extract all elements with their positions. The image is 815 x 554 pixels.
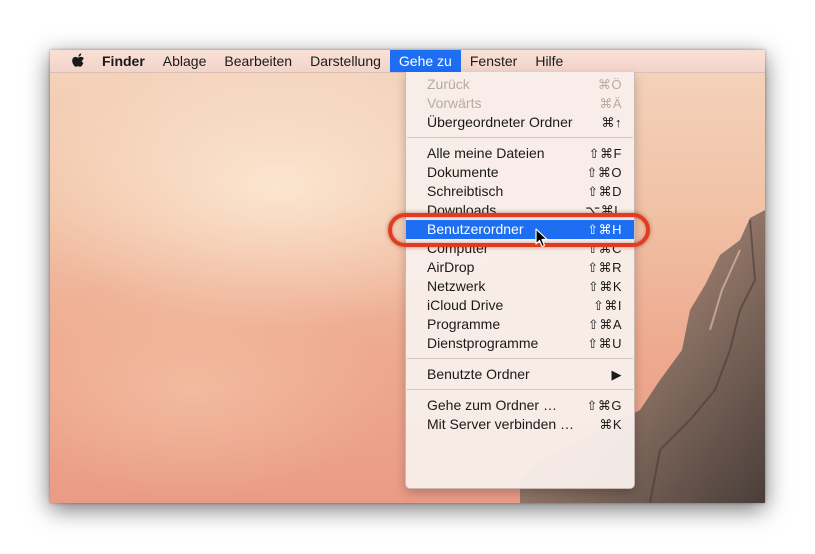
menu-ablage[interactable]: Ablage: [154, 50, 216, 72]
submenu-arrow-icon: ▶: [611, 367, 622, 382]
menu-bar: Finder Ablage Bearbeiten Darstellung Geh…: [50, 50, 765, 73]
menu-gehe-zu[interactable]: Gehe zu: [389, 50, 461, 72]
menu-item-schreibtisch[interactable]: Schreibtisch ⇧⌘D: [406, 182, 634, 201]
menu-separator: [407, 358, 633, 359]
annotation-ring: [388, 213, 650, 247]
gehe-zu-dropdown: Zurück ⌘Ö Vorwärts ⌘Ä Übergeordneter Ordne…: [405, 72, 635, 489]
menu-hilfe[interactable]: Hilfe: [526, 50, 572, 72]
menu-item-programme[interactable]: Programme ⇧⌘A: [406, 315, 634, 334]
menu-separator: [407, 389, 633, 390]
menu-darstellung[interactable]: Darstellung: [301, 50, 390, 72]
menu-item-dokumente[interactable]: Dokumente ⇧⌘O: [406, 163, 634, 182]
menu-bearbeiten[interactable]: Bearbeiten: [215, 50, 301, 72]
menu-finder[interactable]: Finder: [102, 50, 154, 72]
menu-item-uebergeordneter-ordner[interactable]: Übergeordneter Ordner ⌘↑: [406, 113, 634, 132]
menu-item-vorwaerts[interactable]: Vorwärts ⌘Ä: [406, 94, 634, 113]
apple-logo-icon[interactable]: [68, 50, 88, 72]
menu-item-netzwerk[interactable]: Netzwerk ⇧⌘K: [406, 277, 634, 296]
mouse-pointer-icon: [535, 228, 548, 248]
screenshot-frame: Finder Ablage Bearbeiten Darstellung Geh…: [50, 50, 765, 503]
menu-item-icloud-drive[interactable]: iCloud Drive ⇧⌘I: [406, 296, 634, 315]
menu-item-alle-meine-dateien[interactable]: Alle meine Dateien ⇧⌘F: [406, 144, 634, 163]
menu-item-mit-server-verbinden[interactable]: Mit Server verbinden … ⌘K: [406, 415, 634, 434]
menu-item-zurueck[interactable]: Zurück ⌘Ö: [406, 75, 634, 94]
menu-item-gehe-zum-ordner[interactable]: Gehe zum Ordner … ⇧⌘G: [406, 396, 634, 415]
menu-item-benutzte-ordner[interactable]: Benutzte Ordner ▶: [406, 365, 634, 384]
menu-item-dienstprogramme[interactable]: Dienstprogramme ⇧⌘U: [406, 334, 634, 353]
menu-separator: [407, 137, 633, 138]
menu-fenster[interactable]: Fenster: [461, 50, 526, 72]
menu-item-airdrop[interactable]: AirDrop ⇧⌘R: [406, 258, 634, 277]
